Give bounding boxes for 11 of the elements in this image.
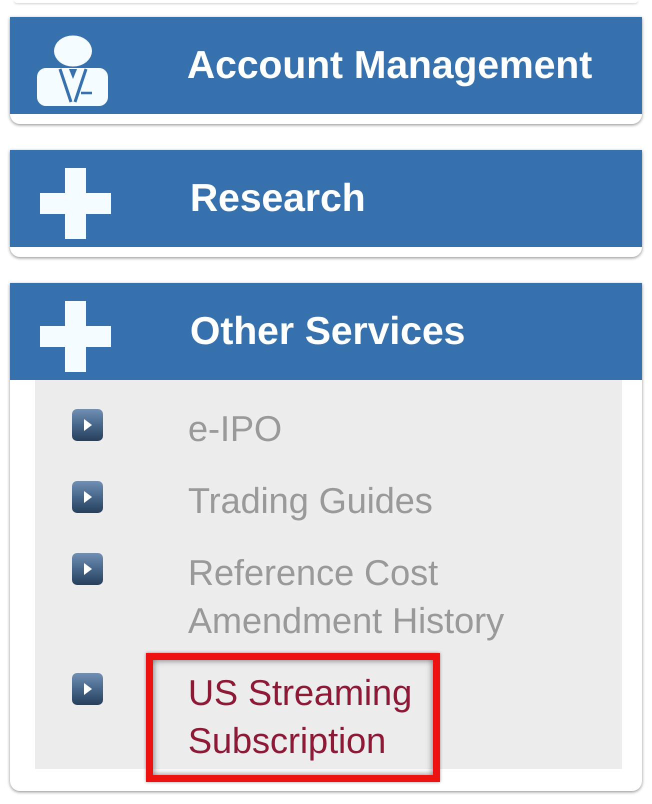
section-header[interactable]: Other Services [10,283,642,380]
section-header[interactable]: Research [10,150,642,247]
play-bullet-icon [72,481,103,513]
section-header[interactable]: Account Management [10,17,642,114]
person-icon [37,35,108,106]
play-bullet-icon [72,409,103,441]
plus-icon [40,168,111,239]
menu-link[interactable]: US Streaming Subscription [188,669,562,765]
plus-icon [40,301,111,372]
play-bullet-icon [72,673,103,705]
play-bullet-icon [72,553,103,585]
